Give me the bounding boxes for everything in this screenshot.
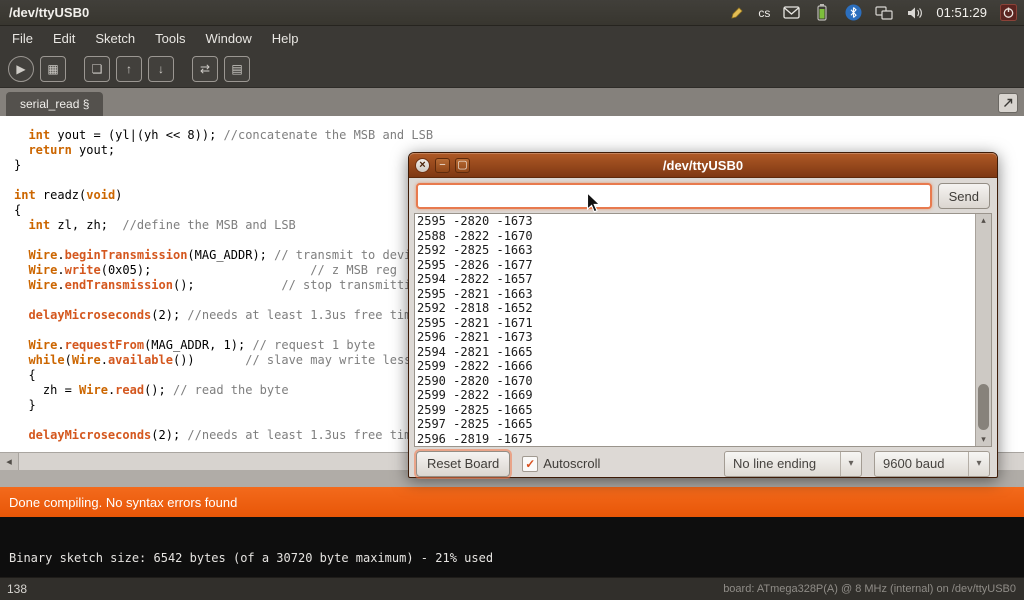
serial-line: 2594 -2822 -1657	[417, 272, 975, 287]
serial-monitor-titlebar[interactable]: × − ▢ /dev/ttyUSB0	[409, 153, 997, 178]
power-icon[interactable]	[998, 3, 1018, 23]
serial-line: 2594 -2821 -1665	[417, 345, 975, 360]
save-button[interactable]: ↓	[148, 56, 174, 82]
keyboard-layout-indicator[interactable]: cs	[758, 3, 770, 23]
minimize-icon[interactable]: −	[435, 158, 450, 173]
autoscroll-checkbox[interactable]: ✓ Autoscroll	[522, 456, 600, 472]
toolbar: ▶▦ ❏↑↓ ⇄▤	[0, 51, 1024, 88]
console-output: Binary sketch size: 6542 bytes (of a 307…	[0, 517, 1024, 577]
menubar: FileEditSketchToolsWindowHelp	[0, 26, 1024, 51]
scroll-up-arrow-icon[interactable]: ▴	[976, 214, 991, 227]
maximize-icon[interactable]: ▢	[455, 158, 470, 173]
serial-monitor-controls: Reset Board ✓ Autoscroll No line ending …	[409, 447, 997, 480]
bluetooth-icon[interactable]	[843, 3, 863, 23]
chevron-down-icon: ▾	[840, 452, 861, 476]
serial-line: 2592 -2818 -1652	[417, 301, 975, 316]
stop-button[interactable]: ▦	[40, 56, 66, 82]
serial-line: 2596 -2819 -1675	[417, 432, 975, 447]
footer-bar: 138 board: ATmega328P(A) @ 8 MHz (intern…	[0, 577, 1024, 600]
chevron-down-icon: ▾	[968, 452, 989, 476]
network-icon[interactable]	[874, 3, 894, 23]
panel-window-title: /dev/ttyUSB0	[0, 5, 89, 20]
serial-line: 2592 -2825 -1663	[417, 243, 975, 258]
tabbar: serial_read §	[0, 88, 1024, 117]
serial-scrollbar[interactable]: ▴ ▾	[975, 214, 991, 446]
system-tray: cs 01:51:29	[727, 3, 1024, 23]
serial-line: 2595 -2826 -1677	[417, 258, 975, 273]
new-sketch-button[interactable]: ❏	[84, 56, 110, 82]
console-text: Binary sketch size: 6542 bytes (of a 307…	[9, 551, 493, 565]
line-ending-value: No line ending	[725, 456, 840, 471]
checkbox-check-icon: ✓	[522, 456, 538, 472]
tab-label: serial_read §	[20, 97, 89, 111]
status-bar: Done compiling. No syntax errors found	[0, 487, 1024, 517]
menu-help[interactable]: Help	[262, 27, 309, 50]
serial-monitor-window: × − ▢ /dev/ttyUSB0 Send 2595 -2820 -1673…	[408, 152, 998, 478]
close-icon[interactable]: ×	[415, 158, 430, 173]
serial-output-area[interactable]: 2595 -2820 -16732588 -2822 -16702592 -28…	[414, 213, 992, 447]
send-button[interactable]: Send	[938, 183, 990, 209]
baud-rate-select[interactable]: 9600 baud ▾	[874, 451, 990, 477]
scroll-down-arrow-icon[interactable]: ▾	[976, 433, 991, 446]
serial-line: 2599 -2822 -1669	[417, 388, 975, 403]
menu-window[interactable]: Window	[195, 27, 261, 50]
status-message: Done compiling. No syntax errors found	[0, 495, 237, 510]
tab-serial-read[interactable]: serial_read §	[6, 92, 103, 116]
serial-line: 2595 -2820 -1673	[417, 214, 975, 229]
serial-line: 2595 -2821 -1663	[417, 287, 975, 302]
desktop: /dev/ttyUSB0 cs 01:51:29	[0, 0, 1024, 600]
battery-icon[interactable]	[812, 3, 832, 23]
tab-menu-button[interactable]	[998, 93, 1018, 113]
autoscroll-label: Autoscroll	[543, 456, 600, 471]
volume-icon[interactable]	[905, 3, 925, 23]
menu-tools[interactable]: Tools	[145, 27, 195, 50]
menu-file[interactable]: File	[2, 27, 43, 50]
serial-line: 2590 -2820 -1670	[417, 374, 975, 389]
serial-monitor-title: /dev/ttyUSB0	[409, 158, 997, 173]
serial-line: 2597 -2825 -1665	[417, 417, 975, 432]
serial-line: 2588 -2822 -1670	[417, 229, 975, 244]
scrollbar-handle[interactable]	[978, 384, 989, 430]
reset-board-button[interactable]: Reset Board	[416, 451, 510, 477]
open-button[interactable]: ↑	[116, 56, 142, 82]
baud-rate-value: 9600 baud	[875, 456, 968, 471]
line-ending-select[interactable]: No line ending ▾	[724, 451, 862, 477]
compose-icon[interactable]	[727, 3, 747, 23]
serial-input-row: Send	[409, 178, 997, 209]
upload-button[interactable]: ⇄	[192, 56, 218, 82]
serial-line: 2599 -2822 -1666	[417, 359, 975, 374]
serial-line: 2595 -2821 -1671	[417, 316, 975, 331]
clock[interactable]: 01:51:29	[936, 5, 987, 20]
code-line: int yout = (yl|(yh << 8)); //concatenate…	[14, 128, 1024, 143]
scroll-left-arrow-icon[interactable]: ◂	[0, 453, 19, 470]
line-number-indicator: 138	[0, 582, 27, 596]
verify-button[interactable]: ▶	[8, 56, 34, 82]
serial-input[interactable]	[416, 183, 932, 209]
mouse-cursor	[586, 192, 602, 214]
new-tab-icon	[1002, 97, 1014, 109]
serial-line: 2596 -2821 -1673	[417, 330, 975, 345]
top-panel: /dev/ttyUSB0 cs 01:51:29	[0, 0, 1024, 26]
serial-output: 2595 -2820 -16732588 -2822 -16702592 -28…	[415, 214, 975, 446]
serial-line: 2599 -2825 -1665	[417, 403, 975, 418]
serial-monitor-button[interactable]: ▤	[224, 56, 250, 82]
menu-edit[interactable]: Edit	[43, 27, 85, 50]
menu-sketch[interactable]: Sketch	[85, 27, 145, 50]
mail-icon[interactable]	[781, 3, 801, 23]
board-info: board: ATmega328P(A) @ 8 MHz (internal) …	[723, 583, 1024, 595]
